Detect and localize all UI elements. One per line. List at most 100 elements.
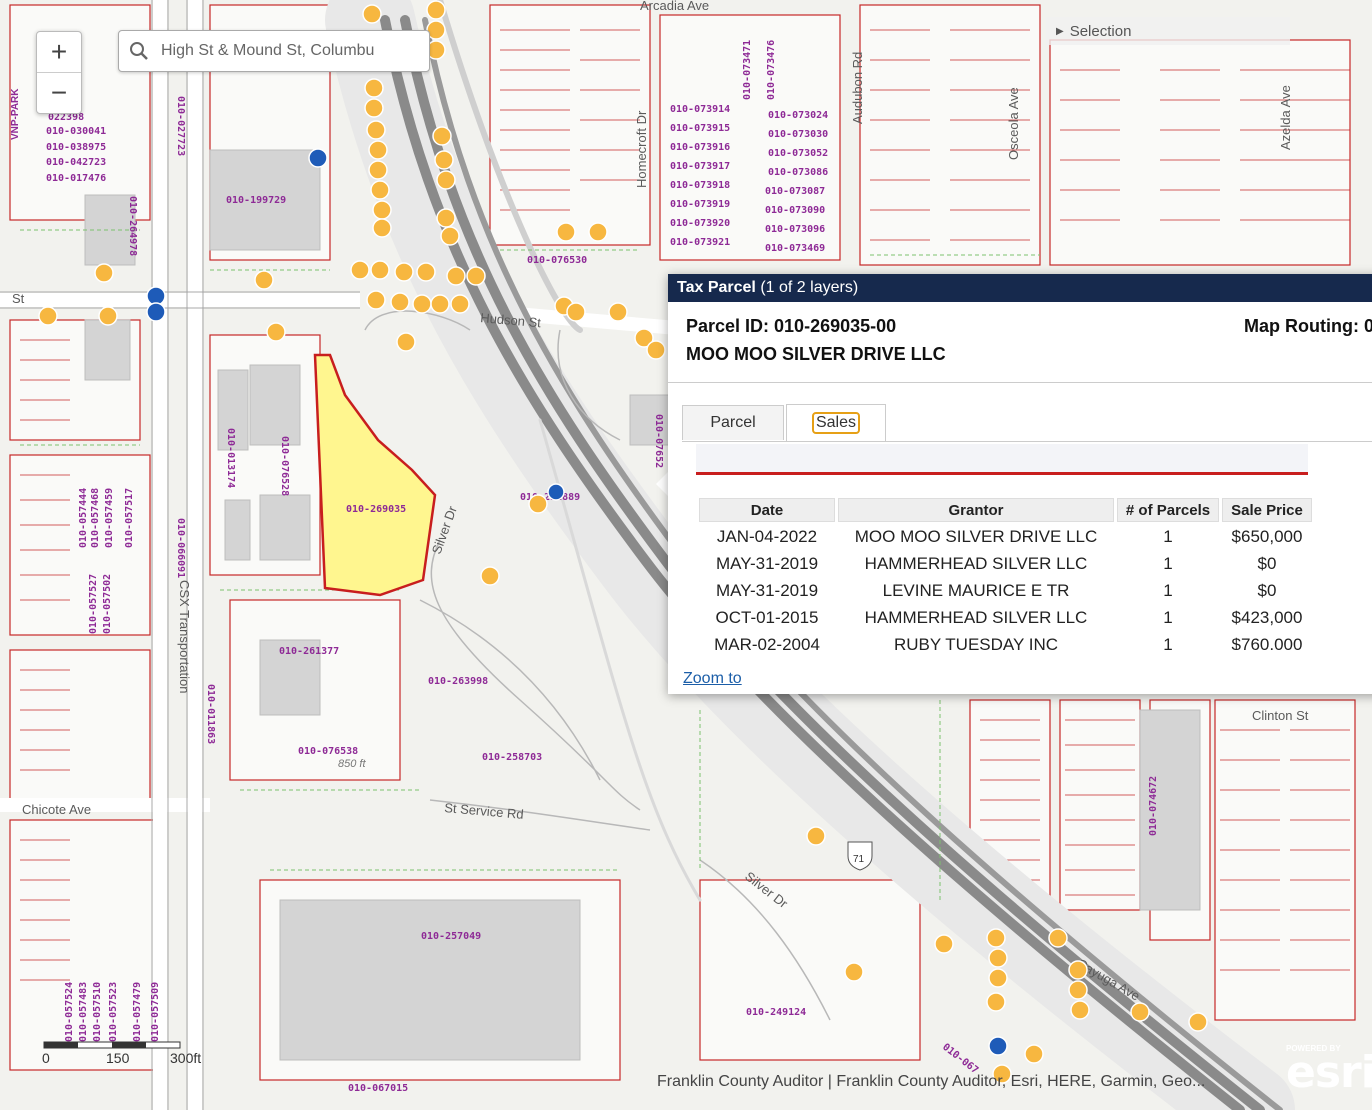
tab-parcel[interactable]: Parcel [682, 405, 784, 440]
svg-text:010-073917: 010-073917 [670, 161, 730, 172]
table-header-row: Date Grantor # of Parcels Sale Price [699, 498, 1312, 522]
scale-label-0: 0 [42, 1050, 50, 1066]
table-row: OCT-01-2015 HAMMERHEAD SILVER LLC 1 $423,00… [699, 606, 1312, 630]
svg-text:010-074672: 010-074672 [1148, 776, 1159, 836]
svg-text:010-073476: 010-073476 [766, 40, 777, 100]
cell-date: MAY-31-2019 [715, 581, 819, 600]
divider [668, 382, 1372, 383]
svg-text:Chicote Ave: Chicote Ave [22, 802, 91, 817]
svg-text:St: St [12, 291, 25, 306]
svg-text:010-057444: 010-057444 [78, 488, 89, 548]
parcel-owner: MOO MOO SILVER DRIVE LLC [686, 344, 946, 364]
svg-text:010-011863: 010-011863 [205, 684, 216, 744]
map-routing: Map Routing: 0 [1244, 316, 1372, 336]
tab-sales-label: Sales [811, 412, 861, 434]
svg-text:010-057509: 010-057509 [150, 982, 161, 1042]
svg-text:Audubon Rd: Audubon Rd [850, 52, 865, 124]
svg-text:010-073024: 010-073024 [768, 110, 828, 121]
svg-text:010-057468: 010-057468 [90, 488, 101, 548]
col-grantor: Grantor [838, 498, 1114, 522]
svg-text:010-199729: 010-199729 [226, 195, 286, 206]
search-icon[interactable] [119, 41, 159, 61]
svg-text:010-073087: 010-073087 [765, 186, 825, 197]
svg-text:VNP-PARK: VNP-PARK [10, 88, 21, 140]
popup-layer-count: (1 of 2 layers) [760, 279, 859, 296]
svg-text:71: 71 [853, 854, 865, 865]
svg-text:010-07652: 010-07652 [653, 414, 664, 468]
cell-grantor: LEVINE MAURICE E TR [882, 581, 1070, 600]
svg-text:010-057524: 010-057524 [64, 982, 75, 1042]
svg-text:010-073919: 010-073919 [670, 199, 730, 210]
scale-label-300: 300ft [170, 1050, 202, 1066]
cell-parcels: 1 [1163, 554, 1173, 573]
svg-text:010-067: 010-067 [940, 1042, 980, 1077]
col-sale-price: Sale Price [1222, 498, 1312, 522]
cell-grantor: HAMMERHEAD SILVER LLC [864, 554, 1088, 573]
svg-text:010-073052: 010-073052 [768, 148, 828, 159]
table-row: MAR-02-2004 RUBY TUESDAY INC 1 $760,000 [699, 633, 1312, 650]
cell-sale-price: $0 [1257, 581, 1277, 600]
svg-text:010-261377: 010-261377 [279, 646, 339, 657]
cell-parcels: 1 [1163, 581, 1173, 600]
svg-text:010-038975: 010-038975 [46, 142, 106, 153]
svg-text:010-073469: 010-073469 [765, 243, 825, 254]
svg-text:010-057502: 010-057502 [102, 574, 113, 634]
svg-text:010-017476: 010-017476 [46, 173, 106, 184]
sales-header-band [696, 444, 1308, 475]
zoom-out-button[interactable]: − [37, 72, 81, 113]
svg-text:010-076530: 010-076530 [527, 255, 587, 266]
table-row: JAN-04-2022 MOO MOO SILVER DRIVE LLC 1 $650… [699, 525, 1312, 549]
sales-table: Date Grantor # of Parcels Sale Price JAN… [696, 495, 1315, 650]
svg-text:010-027723: 010-027723 [175, 96, 186, 156]
svg-text:Azelda Ave: Azelda Ave [1278, 85, 1293, 150]
svg-text:010-076538: 010-076538 [298, 746, 358, 757]
search-input[interactable] [159, 41, 388, 61]
svg-text:010-067015: 010-067015 [348, 1083, 408, 1094]
svg-text:010-066091: 010-066091 [175, 518, 186, 578]
svg-text:010-057483: 010-057483 [78, 982, 89, 1042]
svg-text:010-264978: 010-264978 [127, 196, 138, 256]
popup-layer-title: Tax Parcel [677, 279, 756, 296]
svg-text:CSX Transportation: CSX Transportation [177, 580, 192, 693]
selected-parcel[interactable] [313, 353, 437, 597]
interstate-71-shield-icon: 71 [847, 841, 873, 871]
svg-text:Osceola Ave: Osceola Ave [1006, 87, 1021, 160]
svg-text:St Service Rd: St Service Rd [444, 800, 524, 822]
popup-header: Tax Parcel (1 of 2 layers) [668, 274, 1372, 302]
svg-text:Homecroft Dr: Homecroft Dr [634, 110, 649, 188]
scale-label-150: 150 [106, 1050, 130, 1066]
scale-bar: 0 150 300ft [40, 1040, 220, 1075]
svg-text:010-073030: 010-073030 [768, 129, 828, 140]
svg-text:010-042723: 010-042723 [46, 157, 106, 168]
svg-text:010-073918: 010-073918 [670, 180, 730, 191]
svg-text:010-073086: 010-073086 [768, 167, 828, 178]
svg-text:010-057523: 010-057523 [108, 982, 119, 1042]
svg-text:010-263998: 010-263998 [428, 676, 488, 687]
selection-panel-toggle[interactable]: ▶ Selection [1046, 17, 1290, 45]
cell-date: JAN-04-2022 [716, 527, 818, 546]
sales-panel[interactable]: Date Grantor # of Parcels Sale Price JAN… [696, 444, 1372, 650]
svg-text:010-073920: 010-073920 [670, 218, 730, 229]
info-popup: Tax Parcel (1 of 2 layers) Parcel ID: 01… [668, 274, 1372, 694]
cell-parcels: 1 [1163, 608, 1173, 627]
popup-tabs: Parcel Sales [682, 404, 1372, 442]
cell-sale-price: $760,000 [1231, 635, 1303, 650]
col-parcels: # of Parcels [1117, 498, 1219, 522]
svg-text:010-073921: 010-073921 [670, 237, 730, 248]
cell-date: MAR-02-2004 [714, 635, 820, 650]
svg-text:010-073096: 010-073096 [765, 224, 825, 235]
svg-text:850 ft: 850 ft [338, 758, 366, 770]
cell-grantor: HAMMERHEAD SILVER LLC [864, 608, 1088, 627]
svg-text:010-073915: 010-073915 [670, 123, 730, 134]
cell-grantor: MOO MOO SILVER DRIVE LLC [854, 527, 1098, 546]
zoom-to-link[interactable]: Zoom to [683, 670, 742, 688]
zoom-in-button[interactable]: + [37, 32, 81, 72]
svg-text:010-057459: 010-057459 [104, 488, 115, 548]
svg-text:010-057527: 010-057527 [88, 574, 99, 634]
svg-text:010-073916: 010-073916 [670, 142, 730, 153]
svg-text:010-249124: 010-249124 [746, 1007, 806, 1018]
cell-sale-price: $423,000 [1231, 608, 1303, 627]
cell-date: MAY-31-2019 [715, 554, 819, 573]
cell-parcels: 1 [1163, 635, 1173, 650]
tab-sales[interactable]: Sales [786, 404, 886, 441]
